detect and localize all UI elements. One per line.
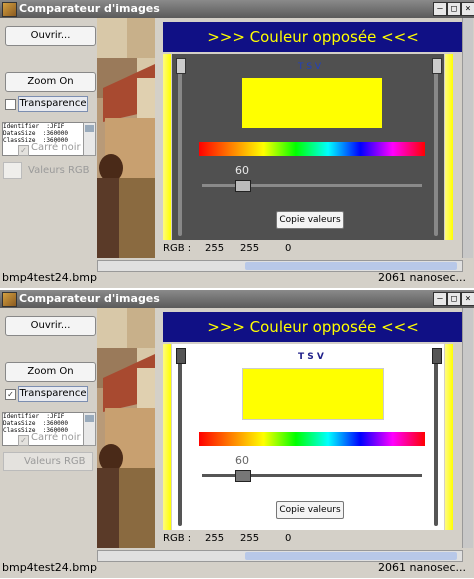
close-button[interactable]: × [461, 2, 474, 16]
title-bar[interactable]: Comparateur d'images – □ × [0, 0, 474, 18]
hsv-label: T S V [298, 352, 324, 362]
hue-spectrum[interactable] [199, 142, 425, 156]
slider-thumb-right[interactable] [432, 348, 442, 364]
zoom-button[interactable]: Zoom On [5, 362, 96, 382]
left-panel: Ouvrir... Zoom On Transparence Identifie… [0, 18, 97, 258]
info-line: Identifier :JFIF [3, 413, 65, 420]
transparency-checkbox[interactable] [5, 99, 16, 110]
transparency-label[interactable]: Transparence [18, 96, 88, 112]
rgb-g-value: 255 [240, 533, 260, 544]
rgb-b-value: 0 [285, 533, 292, 544]
info-line: Identifier :JFIF [3, 123, 65, 130]
transparency-label[interactable]: Transparence [18, 386, 88, 402]
app-icon [2, 292, 17, 307]
opposite-color-panel: >>> Couleur opposée <<< T S V 60 Copie v… [155, 308, 474, 548]
status-timing: 2061 nanosec... [378, 271, 466, 284]
status-filename: bmp4test24.bmp [2, 271, 97, 284]
color-strip-left [163, 344, 171, 530]
window-top: Comparateur d'images – □ × Ouvrir... Zoo… [0, 0, 474, 288]
rgb-r-value: 255 [205, 243, 225, 254]
hue-slider-thumb[interactable] [235, 180, 251, 192]
maximize-button[interactable]: □ [447, 292, 461, 306]
vertical-scrollbar[interactable] [462, 18, 473, 258]
hue-value: 60 [235, 454, 249, 467]
black-square-label: Carré noir [31, 142, 81, 153]
rgb-g-value: 255 [240, 243, 260, 254]
status-filename: bmp4test24.bmp [2, 561, 97, 574]
photo-image [97, 308, 155, 548]
black-square-label: Carré noir [31, 432, 81, 443]
minimize-button[interactable]: – [433, 2, 447, 16]
title-bar[interactable]: Comparateur d'images – □ × [0, 290, 474, 308]
rgb-b-value: 0 [285, 243, 292, 254]
panel-title: >>> Couleur opposée <<< [163, 312, 463, 342]
slider-thumb-left[interactable] [176, 58, 186, 74]
slider-thumb-right[interactable] [432, 58, 442, 74]
hsv-label: T S V [298, 62, 322, 72]
status-bar: bmp4test24.bmp 2061 nanosec... [0, 272, 474, 284]
image-preview[interactable] [97, 18, 155, 258]
status-bar: bmp4test24.bmp 2061 nanosec... [0, 562, 474, 574]
window-title: Comparateur d'images [19, 2, 160, 15]
copy-values-button[interactable]: Copie valeurs [276, 501, 344, 519]
vertical-scrollbar[interactable] [462, 308, 473, 548]
black-square-checkbox: ✓ [18, 145, 29, 156]
color-strip-left [163, 54, 171, 240]
opposite-color-panel: >>> Couleur opposée <<< T S V 60 Copie v… [155, 18, 474, 258]
color-swatch [3, 162, 22, 179]
panel-title: >>> Couleur opposée <<< [163, 22, 463, 52]
rgb-r-value: 255 [205, 533, 225, 544]
hue-spectrum[interactable] [199, 432, 425, 446]
hsv-control-area: T S V 60 Copie valeurs [172, 344, 444, 530]
image-preview[interactable] [97, 308, 155, 548]
rgb-label: RGB : [163, 533, 192, 544]
info-scrollbar[interactable] [83, 122, 96, 156]
rgb-values-label: Valeurs RGB [28, 165, 90, 176]
zoom-button[interactable]: Zoom On [5, 72, 96, 92]
color-preview [242, 368, 384, 420]
rgb-values-label: Valeurs RGB [24, 456, 86, 467]
color-strip-right [445, 344, 453, 530]
hue-slider-thumb[interactable] [235, 470, 251, 482]
info-line: DatasSize :360000 [3, 420, 69, 427]
slider-track-left[interactable] [178, 348, 182, 526]
open-button[interactable]: Ouvrir... [5, 26, 96, 46]
color-strip-right [445, 54, 453, 240]
hue-value: 60 [235, 164, 249, 177]
slider-track-right[interactable] [434, 58, 438, 236]
info-scrollbar[interactable] [83, 412, 96, 446]
app-icon [2, 2, 17, 17]
close-button[interactable]: × [461, 292, 474, 306]
hsv-control-area: T S V 60 Copie valeurs [172, 54, 444, 240]
open-button[interactable]: Ouvrir... [5, 316, 96, 336]
left-panel: Ouvrir... Zoom On ✓ Transparence Identif… [0, 308, 97, 548]
slider-track-left[interactable] [178, 58, 182, 236]
status-timing: 2061 nanosec... [378, 561, 466, 574]
black-square-checkbox: ✓ [18, 435, 29, 446]
transparency-checkbox[interactable]: ✓ [5, 389, 16, 400]
info-line: DatasSize :360000 [3, 130, 69, 137]
minimize-button[interactable]: – [433, 292, 447, 306]
rgb-values-field: Valeurs RGB [3, 452, 93, 471]
maximize-button[interactable]: □ [447, 2, 461, 16]
window-title: Comparateur d'images [19, 292, 160, 305]
window-bottom: Comparateur d'images – □ × Ouvrir... Zoo… [0, 290, 474, 578]
copy-values-button[interactable]: Copie valeurs [276, 211, 344, 229]
color-preview [242, 78, 382, 128]
rgb-label: RGB : [163, 243, 192, 254]
slider-track-right[interactable] [434, 348, 438, 526]
slider-thumb-left[interactable] [176, 348, 186, 364]
photo-image [97, 18, 155, 258]
